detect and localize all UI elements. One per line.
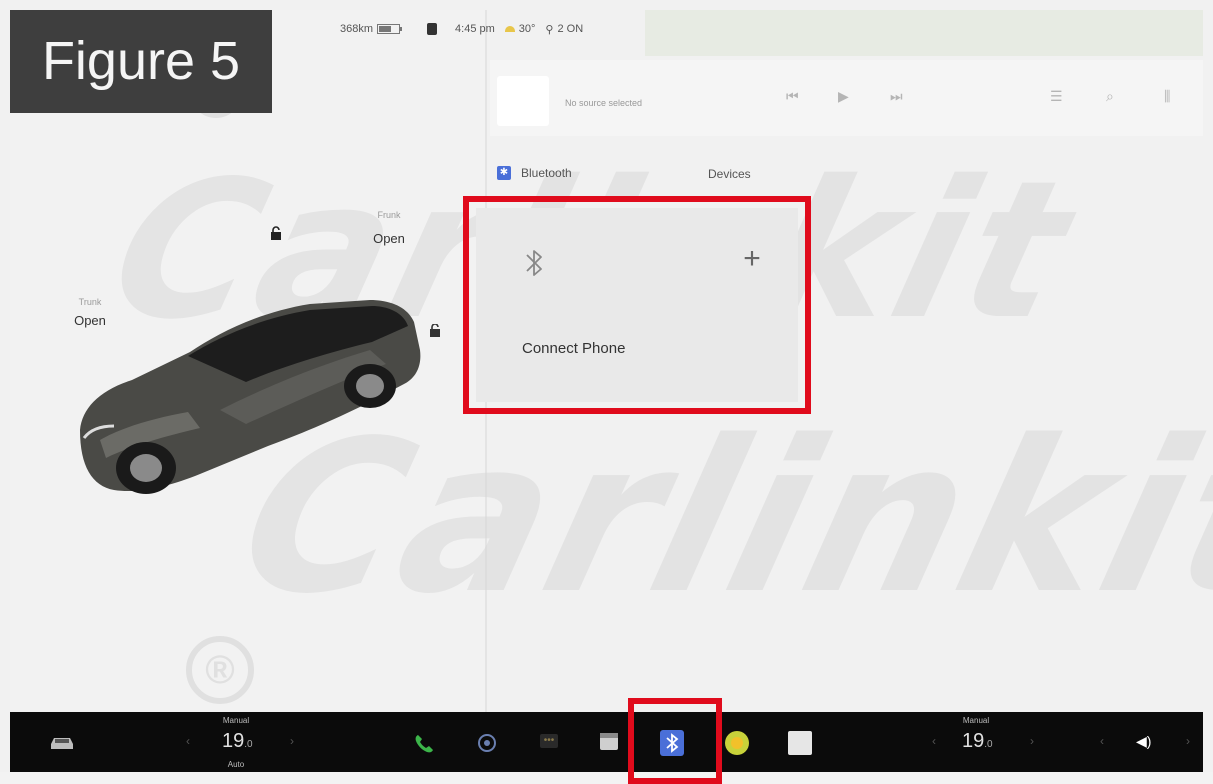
media-source-text: No source selected (565, 98, 643, 108)
search-icon[interactable]: ⌕ (1106, 88, 1114, 105)
highlight-box-bluetooth-icon (628, 698, 722, 784)
left-temp-sub: Auto (227, 760, 245, 769)
previous-track-icon[interactable]: ⏮ (786, 88, 799, 105)
right-temp-decrease-icon[interactable]: ‹ (932, 734, 936, 748)
bluetooth-badge-icon: ✱ (497, 166, 511, 180)
phone-key-icon (427, 23, 438, 35)
figure-label: Figure 5 (10, 10, 272, 113)
tab-bluetooth-label: Bluetooth (521, 166, 572, 180)
airbag-icon: ⚲ (545, 23, 554, 36)
equalizer-icon[interactable]: ⫼ (1164, 88, 1170, 105)
airbag-text: 2 ON (557, 23, 584, 35)
tesla-screen: Carlinkit Carlinkit ® ® 368km 4:45 pm 30… (0, 0, 1213, 784)
screen-bezel (0, 772, 1213, 784)
map-strip[interactable] (645, 10, 1203, 56)
weather: 30° (504, 23, 536, 35)
phone-icon[interactable] (412, 732, 436, 756)
camera-icon[interactable] (476, 732, 498, 754)
trunk-open-button[interactable]: Open (70, 313, 110, 328)
frunk-open-button[interactable]: Open (369, 231, 409, 246)
tab-bluetooth[interactable]: ✱ Bluetooth (497, 166, 572, 180)
right-temp-value: 19 (962, 730, 985, 752)
left-temp-increase-icon[interactable]: › (290, 734, 294, 748)
left-temp-mode: Manual (222, 716, 250, 725)
car-image[interactable] (70, 290, 430, 515)
car-icon[interactable] (48, 734, 76, 752)
calendar-icon[interactable] (598, 730, 620, 752)
trunk-label: Trunk (78, 297, 102, 307)
left-temp-decimal: .0 (244, 739, 253, 750)
frunk-label: Frunk (377, 210, 401, 220)
notes-app-icon[interactable] (788, 731, 812, 755)
range-text: 368km (340, 23, 374, 35)
queue-icon[interactable]: ☰ (1050, 88, 1063, 105)
temperature-text: 30° (518, 23, 536, 35)
next-track-icon[interactable]: ⏭ (890, 88, 903, 105)
range-indicator: 368km (340, 23, 403, 35)
play-icon[interactable]: ▶ (838, 88, 849, 105)
toybox-icon[interactable] (724, 730, 750, 756)
status-bar: 368km 4:45 pm 30° ⚲ 2 ON (340, 18, 583, 40)
charge-port-icon[interactable] (428, 324, 442, 338)
volume-icon[interactable]: ◀) (1136, 733, 1151, 750)
battery-icon (377, 24, 403, 34)
left-temperature[interactable]: 19.0 (222, 730, 253, 753)
highlight-box-connect-phone (463, 196, 811, 414)
passenger-airbag-status: ⚲ 2 ON (545, 23, 583, 36)
clock: 4:45 pm (455, 23, 495, 35)
right-temp-increase-icon[interactable]: › (1030, 734, 1034, 748)
volume-down-icon[interactable]: ‹ (1100, 734, 1104, 748)
sun-icon (504, 26, 515, 32)
volume-up-icon[interactable]: › (1186, 734, 1190, 748)
more-apps-icon[interactable]: ••• (540, 734, 558, 748)
registered-mark: ® (186, 636, 254, 704)
tab-devices[interactable]: Devices (708, 167, 751, 181)
left-temp-decrease-icon[interactable]: ‹ (186, 734, 190, 748)
right-temp-mode: Manual (962, 716, 990, 725)
album-art[interactable] (497, 76, 549, 126)
left-temp-value: 19 (222, 730, 245, 752)
lock-icon[interactable] (269, 226, 283, 240)
right-temp-decimal: .0 (984, 739, 993, 750)
right-temperature[interactable]: 19.0 (962, 730, 993, 753)
